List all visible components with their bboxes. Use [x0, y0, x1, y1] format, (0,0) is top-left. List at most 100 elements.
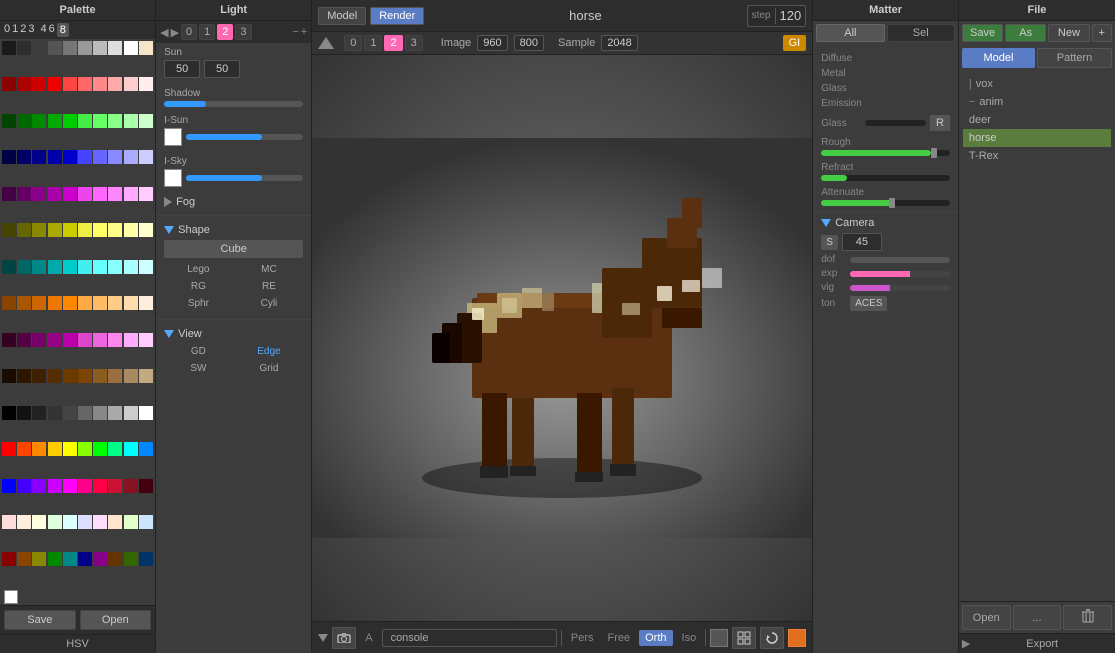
color-cell-116[interactable]	[93, 442, 107, 456]
rough-slider[interactable]	[821, 150, 950, 156]
free-label[interactable]: Free	[603, 630, 636, 646]
color-cell-129[interactable]	[139, 479, 153, 493]
color-cell-113[interactable]	[48, 442, 62, 456]
color-cell-14[interactable]	[63, 77, 77, 91]
color-cell-89[interactable]	[139, 333, 153, 347]
color-cell-62[interactable]	[32, 260, 46, 274]
color-cell-17[interactable]	[108, 77, 122, 91]
sun-input-2[interactable]	[204, 60, 240, 78]
color-cell-121[interactable]	[17, 479, 31, 493]
color-cell-35[interactable]	[78, 150, 92, 164]
frame-btn-0[interactable]: 0	[344, 35, 362, 51]
color-cell-23[interactable]	[48, 114, 62, 128]
color-cell-55[interactable]	[78, 223, 92, 237]
color-cell-2[interactable]	[32, 41, 46, 55]
color-cell-83[interactable]	[48, 333, 62, 347]
camera-collapse-icon[interactable]	[821, 219, 831, 227]
color-cell-51[interactable]	[17, 223, 31, 237]
color-cell-37[interactable]	[108, 150, 122, 164]
color-cell-112[interactable]	[32, 442, 46, 456]
color-cell-64[interactable]	[63, 260, 77, 274]
light-frame-1[interactable]: 1	[199, 24, 215, 40]
iso-label[interactable]: Iso	[677, 630, 702, 646]
file-model-tab[interactable]: Model	[962, 48, 1035, 68]
color-cell-124[interactable]	[63, 479, 77, 493]
file-item-deer[interactable]: deer	[963, 111, 1111, 129]
color-cell-74[interactable]	[63, 296, 77, 310]
color-cell-81[interactable]	[17, 333, 31, 347]
color-cell-101[interactable]	[17, 406, 31, 420]
color-cell-7[interactable]	[108, 41, 122, 55]
color-cell-56[interactable]	[93, 223, 107, 237]
color-cell-75[interactable]	[78, 296, 92, 310]
color-cell-46[interactable]	[93, 187, 107, 201]
color-cell-61[interactable]	[17, 260, 31, 274]
color-cell-1[interactable]	[17, 41, 31, 55]
color-cell-79[interactable]	[139, 296, 153, 310]
color-cell-139[interactable]	[139, 515, 153, 529]
color-cell-106[interactable]	[93, 406, 107, 420]
color-cell-3[interactable]	[48, 41, 62, 55]
color-cell-102[interactable]	[32, 406, 46, 420]
shape-rg[interactable]: RG	[164, 279, 233, 294]
color-cell-94[interactable]	[63, 369, 77, 383]
color-cell-33[interactable]	[48, 150, 62, 164]
file-new-btn[interactable]: New	[1048, 24, 1089, 42]
refresh-icon-btn[interactable]	[760, 627, 784, 649]
file-dots-btn[interactable]: ...	[1013, 605, 1062, 630]
file-pattern-tab[interactable]: Pattern	[1037, 48, 1112, 68]
color-cell-32[interactable]	[32, 150, 46, 164]
fog-expand-icon[interactable]	[164, 197, 172, 207]
color-cell-73[interactable]	[48, 296, 62, 310]
color-cell-133[interactable]	[48, 515, 62, 529]
light-plus-btn[interactable]: +	[301, 26, 307, 38]
glass-slider[interactable]	[865, 120, 926, 126]
color-cell-31[interactable]	[17, 150, 31, 164]
color-cell-54[interactable]	[63, 223, 77, 237]
color-cell-135[interactable]	[78, 515, 92, 529]
dof-slider[interactable]	[850, 257, 950, 263]
color-cell-118[interactable]	[124, 442, 138, 456]
model-btn[interactable]: Model	[318, 7, 366, 25]
isky-color[interactable]	[164, 169, 182, 187]
frame-btn-2[interactable]: 2	[384, 35, 402, 51]
file-plus-btn[interactable]: +	[1092, 24, 1112, 42]
color-cell-29[interactable]	[139, 114, 153, 128]
color-cell-103[interactable]	[48, 406, 62, 420]
file-trash-btn[interactable]	[1063, 605, 1112, 630]
color-cell-72[interactable]	[32, 296, 46, 310]
color-cell-67[interactable]	[108, 260, 122, 274]
color-cell-90[interactable]	[2, 369, 16, 383]
color-cell-63[interactable]	[48, 260, 62, 274]
color-cell-22[interactable]	[32, 114, 46, 128]
color-cell-36[interactable]	[93, 150, 107, 164]
color-cell-141[interactable]	[17, 552, 31, 566]
color-cell-117[interactable]	[108, 442, 122, 456]
color-cell-5[interactable]	[78, 41, 92, 55]
color-cell-99[interactable]	[139, 369, 153, 383]
color-cell-58[interactable]	[124, 223, 138, 237]
color-cell-80[interactable]	[2, 333, 16, 347]
color-cell-119[interactable]	[139, 442, 153, 456]
color-cell-138[interactable]	[124, 515, 138, 529]
refract-slider[interactable]	[821, 175, 950, 181]
grid-icon-btn[interactable]	[732, 627, 756, 649]
shape-lego[interactable]: Lego	[164, 262, 233, 277]
bottom-expand-icon[interactable]	[318, 634, 328, 642]
color-cell-78[interactable]	[124, 296, 138, 310]
color-cell-123[interactable]	[48, 479, 62, 493]
shape-mc[interactable]: MC	[235, 262, 304, 277]
light-frame-2[interactable]: 2	[217, 24, 233, 40]
color-cell-43[interactable]	[48, 187, 62, 201]
color-cell-41[interactable]	[17, 187, 31, 201]
color-cell-42[interactable]	[32, 187, 46, 201]
view-collapse-icon[interactable]	[164, 330, 174, 338]
color-cell-143[interactable]	[48, 552, 62, 566]
color-cell-128[interactable]	[124, 479, 138, 493]
color-cell-148[interactable]	[124, 552, 138, 566]
light-frame-0[interactable]: 0	[181, 24, 197, 40]
color-cell-149[interactable]	[139, 552, 153, 566]
console-input[interactable]	[382, 629, 557, 647]
color-cell-26[interactable]	[93, 114, 107, 128]
color-cell-11[interactable]	[17, 77, 31, 91]
